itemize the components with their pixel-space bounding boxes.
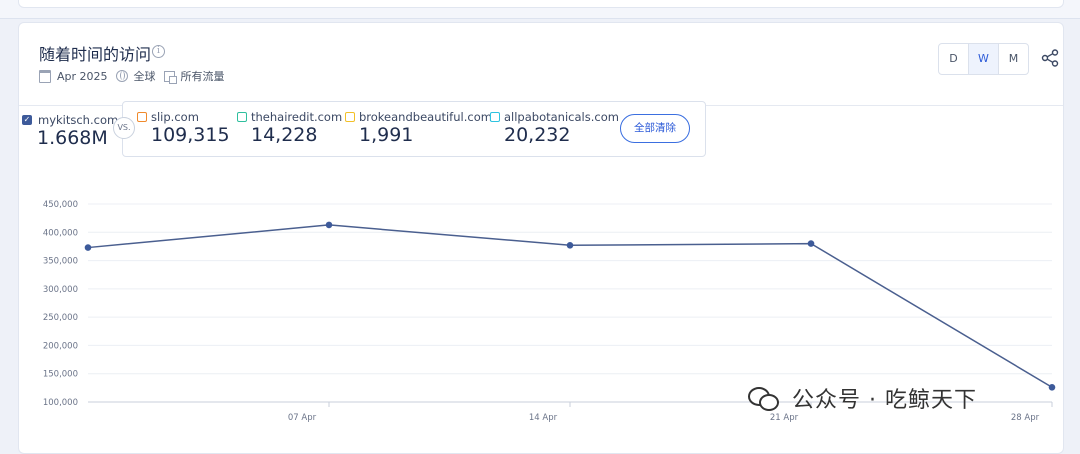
- data-point: [84, 244, 92, 251]
- y-tick-label: 100,000: [43, 398, 78, 408]
- y-tick-label: 350,000: [43, 257, 78, 267]
- y-tick-label: 250,000: [43, 313, 78, 323]
- watermark: 公众号 · 吃鲸天下: [748, 382, 977, 414]
- visits-line-chart: 100,000 150,000 200,000 250,000 300,000 350,0…: [43, 200, 1056, 423]
- x-tick-label: 28 Apr: [1011, 413, 1040, 423]
- data-point: [325, 221, 333, 229]
- x-tick-label: 07 Apr: [288, 413, 317, 423]
- y-tick-label: 200,000: [43, 341, 78, 351]
- data-point: [1048, 383, 1056, 391]
- x-tick-label: 21 Apr: [770, 413, 799, 423]
- watermark-text: 公众号 · 吃鲸天下: [792, 388, 977, 413]
- y-tick-label: 400,000: [43, 228, 78, 238]
- vs-badge: VS.: [113, 117, 135, 139]
- series-line: [87, 224, 1053, 388]
- y-tick-label: 150,000: [43, 370, 78, 380]
- y-tick-label: 300,000: [43, 285, 78, 295]
- data-point: [566, 241, 574, 249]
- data-point: [807, 240, 815, 247]
- y-tick-label: 450,000: [43, 200, 78, 210]
- x-tick-label: 14 Apr: [529, 413, 558, 423]
- wechat-icon: [748, 385, 784, 411]
